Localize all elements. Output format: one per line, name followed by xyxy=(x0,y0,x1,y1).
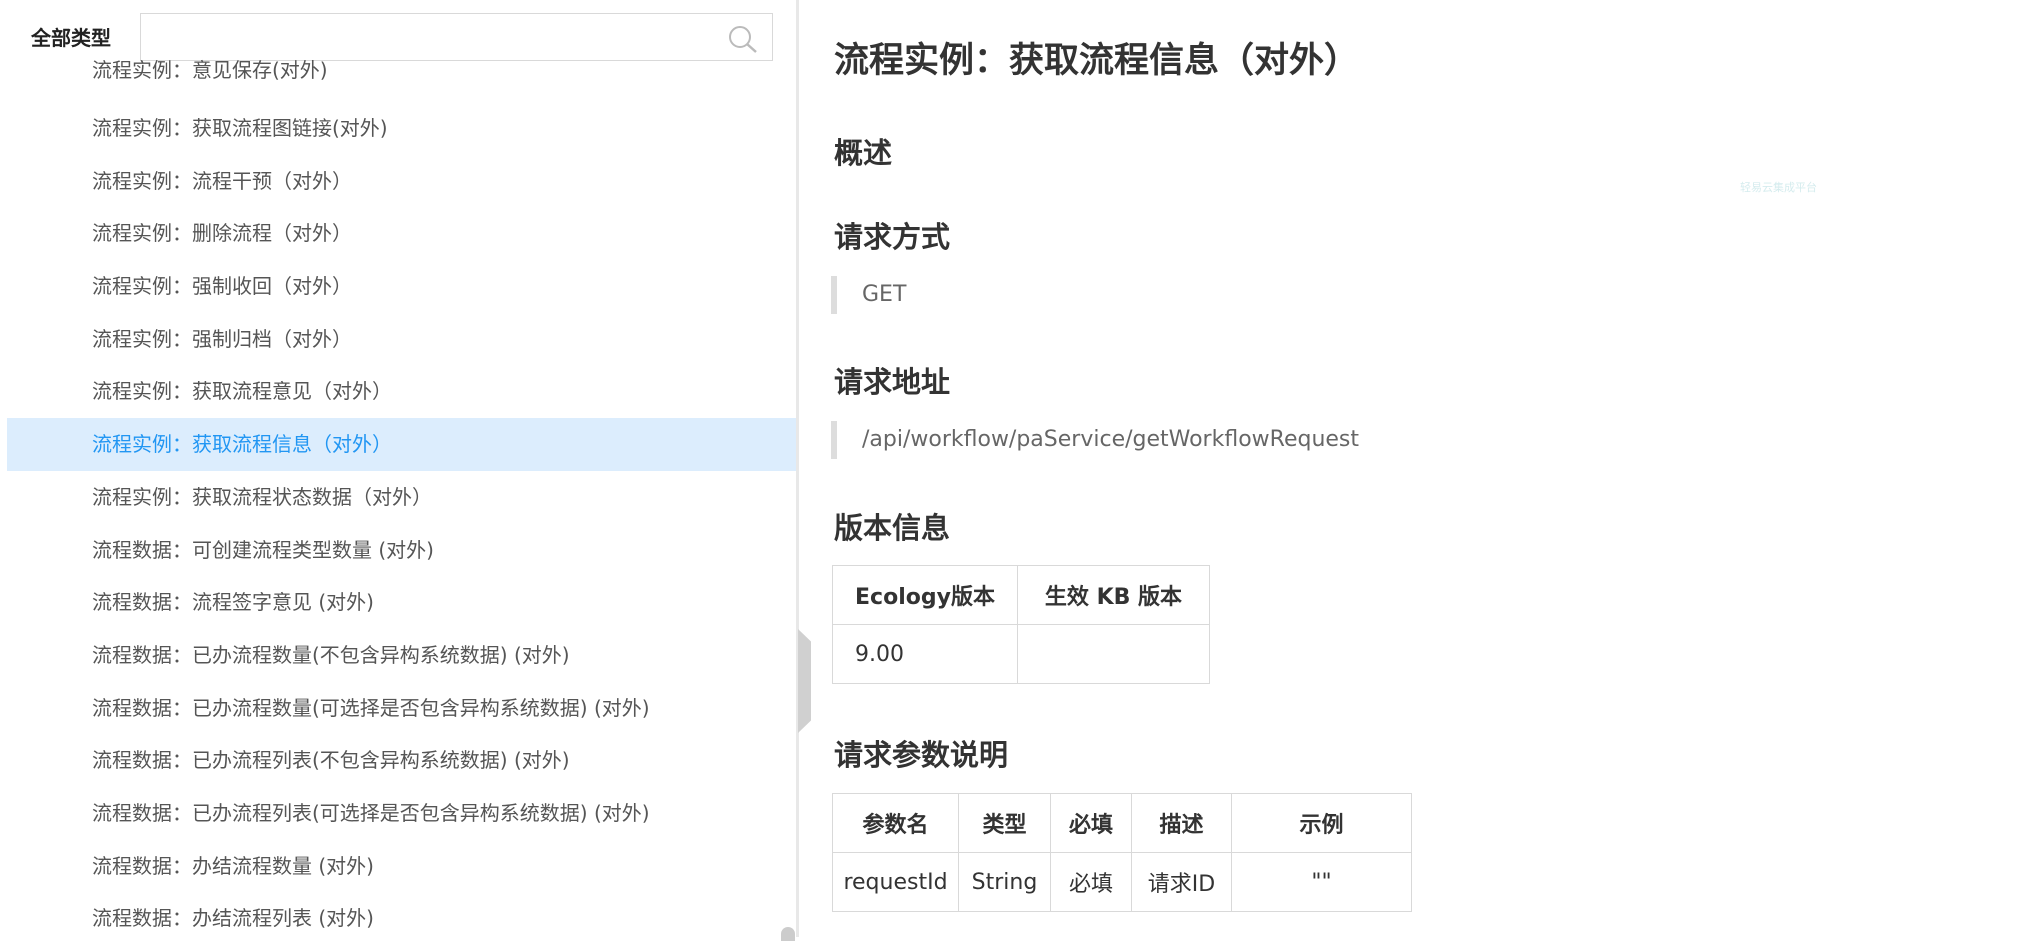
list-item[interactable]: 流程数据：办结流程列表 (对外) xyxy=(7,892,797,937)
page-title: 流程实例：获取流程信息（对外） xyxy=(834,41,1360,81)
list-item[interactable]: 流程数据：流程签字意见 (对外) xyxy=(7,576,797,629)
list-item[interactable]: 流程数据：已办流程列表(可选择是否包含异构系统数据) (对外) xyxy=(7,787,797,840)
table-cell: 必填 xyxy=(1050,852,1132,912)
list-item[interactable]: 流程实例：获取流程状态数据（对外） xyxy=(7,471,797,524)
scrollbar-thumb[interactable] xyxy=(781,927,795,941)
list-item[interactable]: 流程实例：获取流程意见（对外） xyxy=(7,365,797,418)
table-cell xyxy=(1017,624,1210,684)
type-filter-label[interactable]: 全部类型 xyxy=(31,22,111,51)
list-item[interactable]: 流程实例：意见保存(对外) xyxy=(7,48,797,102)
table-header: 必填 xyxy=(1050,793,1132,853)
list-item[interactable]: 流程数据：办结流程数量 (对外) xyxy=(7,840,797,893)
list-item[interactable]: 流程数据：已办流程数量(可选择是否包含异构系统数据) (对外) xyxy=(7,682,797,735)
table-cell: 请求ID xyxy=(1131,852,1232,912)
sidebar: 全部类型 流程实例：意见保存(对外) 流程实例：获取流程图链接(对外) 流程实例：流… xyxy=(0,0,797,937)
api-list: 流程实例：意见保存(对外) 流程实例：获取流程图链接(对外) 流程实例：流程干预（对… xyxy=(7,48,797,937)
params-table: 参数名 类型 必填 描述 示例 requestId String 必填 请求ID… xyxy=(832,793,1412,912)
params-heading: 请求参数说明 xyxy=(834,738,1009,772)
list-item[interactable]: 流程数据：已办流程列表(不包含异构系统数据) (对外) xyxy=(7,734,797,787)
overview-heading: 概述 xyxy=(834,136,893,170)
url-heading: 请求地址 xyxy=(834,365,951,399)
table-cell: 9.00 xyxy=(832,624,1018,684)
table-header: Ecology版本 xyxy=(832,565,1018,625)
table-cell: "" xyxy=(1231,852,1412,912)
list-item[interactable]: 流程实例：删除流程（对外） xyxy=(7,207,797,260)
table-header: 参数名 xyxy=(832,793,959,853)
list-item[interactable]: 流程实例：强制收回（对外） xyxy=(7,260,797,313)
url-value: /api/workflow/paService/getWorkflowReque… xyxy=(831,421,1359,459)
table-header: 示例 xyxy=(1231,793,1412,853)
table-row: requestId String 必填 请求ID "" xyxy=(832,852,1412,912)
table-header: 描述 xyxy=(1131,793,1232,853)
list-item[interactable]: 流程实例：获取流程图链接(对外) xyxy=(7,102,797,155)
method-value: GET xyxy=(831,276,906,314)
table-row: 9.00 xyxy=(832,624,1210,684)
list-item[interactable]: 流程数据：可创建流程类型数量 (对外) xyxy=(7,524,797,577)
collapse-handle[interactable] xyxy=(798,629,811,733)
table-header: 生效 KB 版本 xyxy=(1017,565,1210,625)
list-item[interactable]: 流程数据：已办流程数量(不包含异构系统数据) (对外) xyxy=(7,629,797,682)
version-heading: 版本信息 xyxy=(834,511,951,545)
version-table: Ecology版本 生效 KB 版本 9.00 xyxy=(832,565,1210,684)
watermark: 轻易云集成平台 xyxy=(1740,181,1817,194)
table-cell: String xyxy=(958,852,1051,912)
list-item-active[interactable]: 流程实例：获取流程信息（对外） xyxy=(7,418,797,471)
table-cell: requestId xyxy=(832,852,959,912)
panel-divider[interactable] xyxy=(796,0,799,937)
list-item[interactable]: 流程实例：强制归档（对外） xyxy=(7,313,797,366)
table-header: 类型 xyxy=(958,793,1051,853)
method-heading: 请求方式 xyxy=(834,220,951,254)
list-item[interactable]: 流程实例：流程干预（对外） xyxy=(7,155,797,208)
